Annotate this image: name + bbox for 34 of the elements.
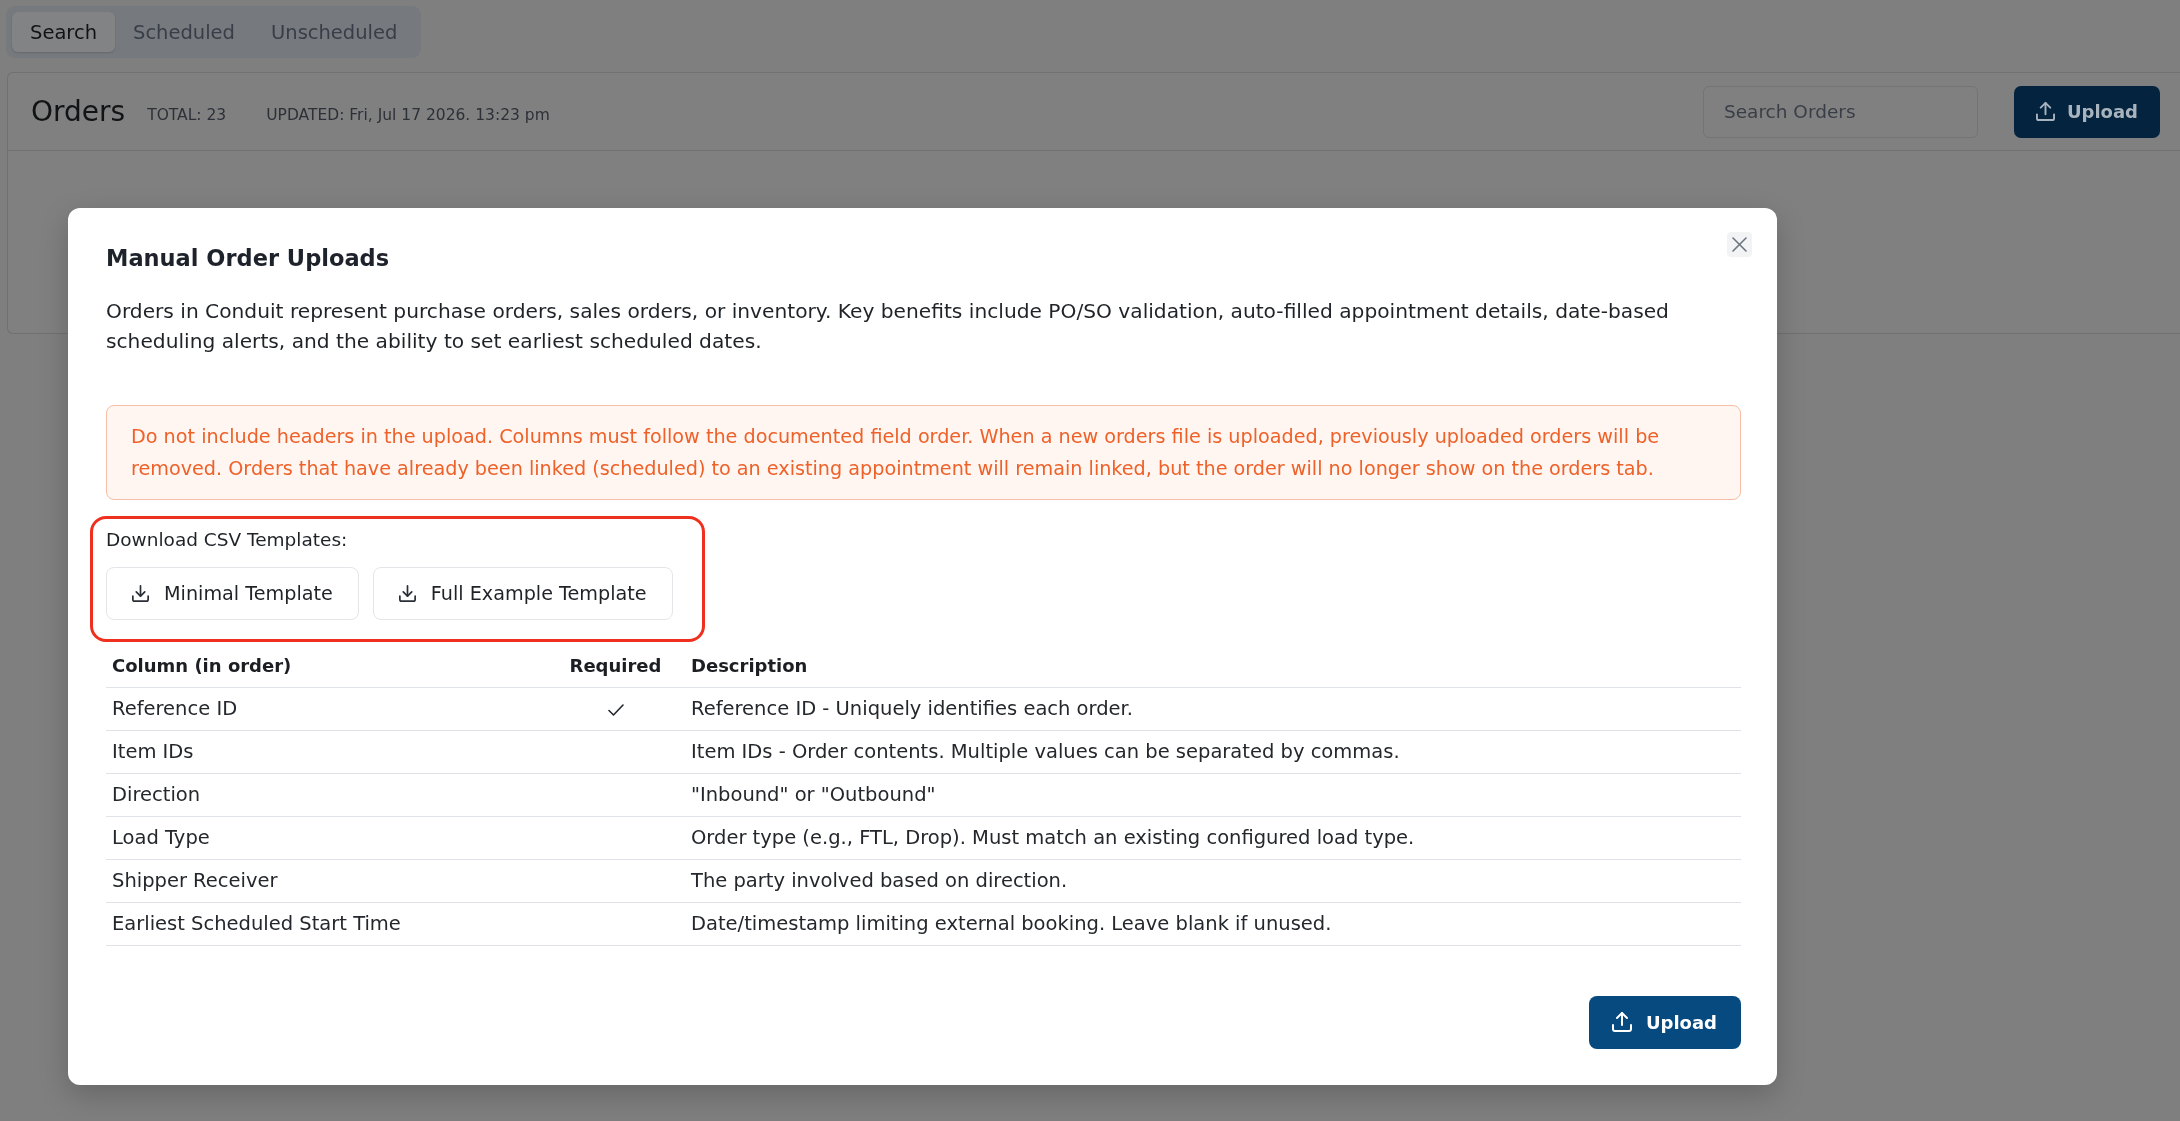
table-cell: "Inbound" or "Outbound" <box>685 773 1741 816</box>
updated-time: UPDATED: Fri, Jul 17 2026. 13:23 pm <box>266 105 550 124</box>
dialog-description: Orders in Conduit represent purchase orders, sales orders, or inventory. Key benefits include PO/SO validation, auto-filled appointment details, date-based scheduling alerts, and the ability to set earliest scheduled dates. <box>106 298 1670 355</box>
table-cell: Item IDs <box>106 730 546 773</box>
column-header: Required <box>546 645 685 687</box>
table-cell: Item IDs - Order contents. Multiple values can be separated by commas. <box>685 730 1741 773</box>
upload-icon <box>1611 1012 1632 1032</box>
table-cell: Earliest Scheduled Start Time <box>106 902 546 945</box>
close-button[interactable] <box>1727 232 1752 257</box>
upload-icon <box>2035 102 2055 121</box>
search-field[interactable]: Search Orders <box>1702 85 1978 138</box>
upload-button[interactable]: Upload <box>2013 85 2160 138</box>
table-cell: The party involved based on direction. <box>685 859 1741 902</box>
column-header: Column (in order) <box>106 645 546 687</box>
table-cell: Direction <box>106 773 546 816</box>
template-download-button[interactable]: Full Example Template <box>372 567 673 620</box>
upload-button[interactable]: Upload <box>1588 995 1741 1049</box>
download-icon <box>132 585 149 602</box>
templates-label: Download CSV Templates: <box>106 528 349 552</box>
table-cell: Shipper Receiver <box>106 859 546 902</box>
template-download-button[interactable]: Minimal Template <box>106 567 359 620</box>
warning-banner: Do not include headers in the upload. Columns must follow the documented field order. When a new orders file is uploaded, previously uploaded orders will be removed. Orders that have already been linked (scheduled) to an existing appointment will remain linked, but the order will no longer show on the orders tab. <box>106 405 1741 500</box>
page-title: Orders <box>31 95 126 128</box>
tab[interactable]: Search <box>12 12 115 52</box>
download-icon <box>398 585 416 602</box>
table-cell: Order type (e.g., FTL, Drop). Must match an existing configured load type. <box>685 816 1741 859</box>
table-cell: Load Type <box>106 816 546 859</box>
column-header: Description <box>685 645 1741 687</box>
table-cell: Reference ID - Uniquely identifies each order. <box>685 687 1741 730</box>
table-cell: Reference ID <box>106 687 546 730</box>
total-count: TOTAL: 23 <box>147 105 227 124</box>
table-cell: Date/timestamp limiting external booking. Leave blank if unused. <box>685 902 1741 945</box>
dialog-title: Manual Order Uploads <box>106 244 391 273</box>
close-icon <box>1732 237 1747 252</box>
